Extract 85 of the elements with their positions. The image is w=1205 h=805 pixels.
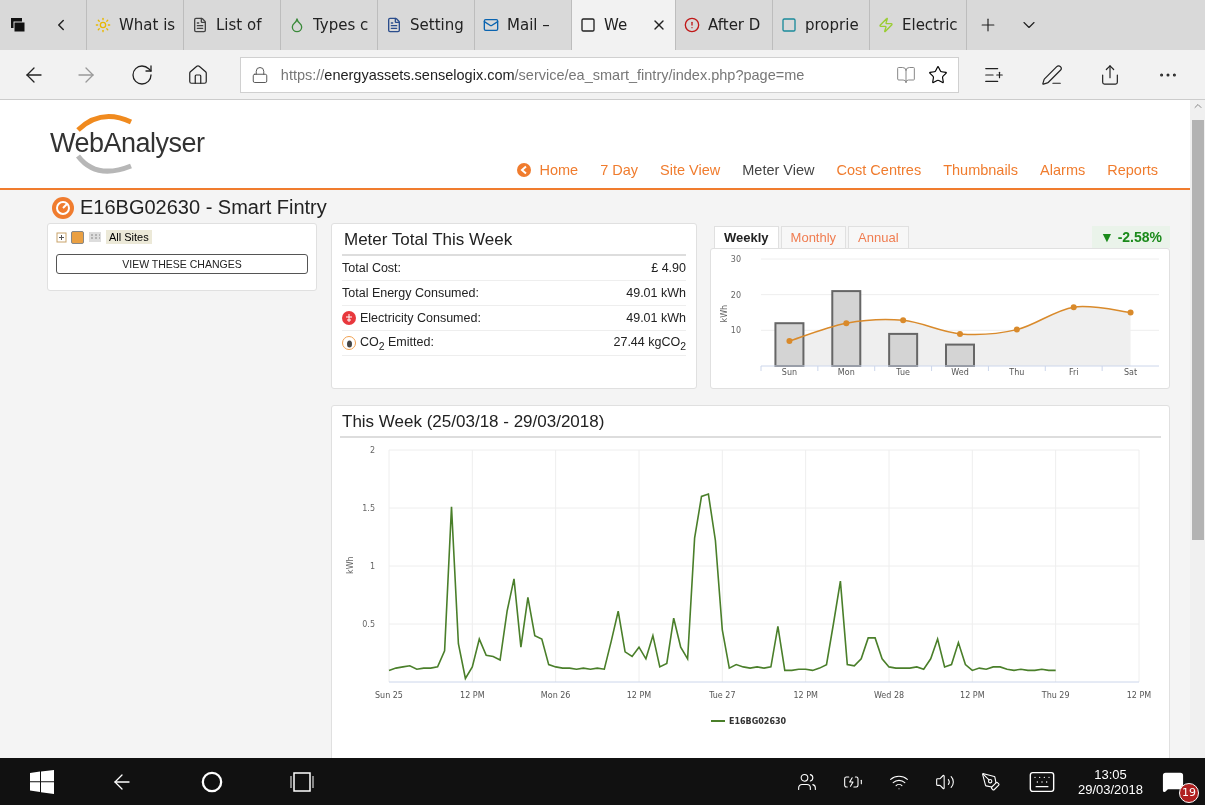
data-point	[843, 320, 850, 327]
row-value: 27.44 kgCO$_{2}$	[613, 334, 686, 352]
tab-favicon-icon	[781, 17, 797, 33]
axis-label: Thu	[1009, 368, 1025, 377]
electricity-icon	[342, 311, 356, 325]
tab-favicon-icon	[192, 17, 208, 33]
axis-label: 12 PM	[793, 691, 818, 700]
tab-favicon-icon	[580, 17, 596, 33]
axis-label: Tue 27	[709, 691, 736, 700]
axis-title: kWh	[720, 304, 729, 323]
axis-label: Wed	[951, 368, 969, 377]
data-point	[900, 317, 907, 324]
tab-favicon-icon	[878, 17, 894, 33]
data-point	[957, 330, 963, 337]
scrollbar[interactable]	[1190, 100, 1205, 758]
axis-label: 12 PM	[960, 691, 985, 700]
notifications-icon[interactable]	[1162, 770, 1184, 793]
nav-link[interactable]: Meter View	[742, 162, 815, 178]
axis-label: 20	[730, 290, 741, 300]
row-label: Total Energy Consumed:	[342, 286, 479, 300]
axis-label: Tue	[896, 368, 910, 377]
people-icon[interactable]	[796, 771, 817, 792]
sites-icon	[88, 231, 102, 243]
row-value: 49.01 kWh	[626, 286, 686, 300]
tab-favicon-icon	[483, 17, 499, 33]
tab-favicon-icon	[386, 17, 402, 33]
axis-label: 12 PM	[1126, 691, 1152, 700]
row-label: Electricity Consumed:	[360, 311, 481, 325]
logo[interactable]: WebAnalyser	[50, 108, 230, 178]
meter-icon	[52, 196, 74, 219]
row-label: CO$_{2}$ Emitted:	[360, 334, 434, 352]
axis-title: kWh	[346, 556, 355, 574]
axis-label: 12 PM	[626, 691, 652, 700]
search-icon[interactable]	[201, 770, 223, 793]
address-field[interactable]: https://energyassets.senselogix.com/service/ea_smart_fintry/index.php?page=me	[239, 56, 960, 93]
row-value: 49.01 kWh	[626, 311, 686, 325]
axis-label: Wed 28	[873, 691, 905, 700]
back-circle-icon	[517, 163, 532, 177]
task-view-icon[interactable]	[289, 770, 315, 793]
data-point	[786, 338, 793, 345]
period-tab[interactable]: Weekly	[714, 226, 779, 248]
favorite-star-icon[interactable]	[928, 64, 949, 85]
axis-label: Mon 26	[540, 691, 571, 700]
axis-label: Sun 25	[375, 691, 403, 700]
notification-badge: 19	[1179, 782, 1199, 803]
bar	[774, 322, 805, 367]
lock-icon	[250, 65, 269, 84]
tab-favicon-icon	[95, 17, 111, 33]
axis-label: 1	[369, 562, 375, 571]
data-point	[1127, 309, 1134, 316]
footprint-icon	[342, 336, 356, 350]
row-label: Total Cost:	[342, 261, 402, 275]
change-badge: ▼ -2.58%	[1091, 226, 1170, 248]
card-title: This Week (25/03/18 - 29/03/2018)	[340, 410, 1161, 438]
reading-view-icon[interactable]	[896, 64, 917, 85]
pen-icon[interactable]	[980, 771, 1001, 792]
axis-label: 30	[730, 255, 741, 264]
checkbox[interactable]	[71, 230, 84, 244]
axis-label: Sun	[781, 368, 798, 377]
bar	[888, 332, 919, 367]
axis-label: Thu 29	[1041, 691, 1070, 700]
axis-label: 1.5	[362, 504, 375, 513]
row-value: £ 4.90	[651, 261, 686, 275]
axis-label: 0.5	[362, 620, 375, 629]
tab-favicon-icon	[289, 17, 305, 33]
axis-label: Fri	[1068, 368, 1079, 377]
legend-item: E16BG02630	[710, 717, 787, 726]
tree-item[interactable]: All Sites	[106, 230, 152, 244]
clock[interactable]: 13:05 29/03/2018	[1077, 766, 1143, 797]
browser-tab[interactable]: We	[571, 0, 675, 50]
axis-label: Sat	[1124, 368, 1138, 377]
axis-label: 2	[369, 446, 375, 455]
page-title: E16BG02630 - Smart Fintry	[80, 196, 327, 219]
expand-icon[interactable]	[56, 231, 67, 243]
card-title: Meter Total This Week	[342, 228, 686, 256]
axis-label: Mon	[837, 368, 855, 377]
data-point	[1013, 326, 1020, 333]
axis-label: 10	[730, 326, 741, 336]
view-changes-button[interactable]: VIEW THESE CHANGES	[56, 254, 308, 274]
axis-label: 12 PM	[460, 691, 485, 700]
tab-favicon-icon	[684, 17, 700, 33]
legend-label: E16BG02630	[729, 717, 787, 726]
windows-start-icon[interactable]	[30, 769, 54, 794]
data-point	[1070, 304, 1077, 311]
bar	[945, 343, 975, 367]
